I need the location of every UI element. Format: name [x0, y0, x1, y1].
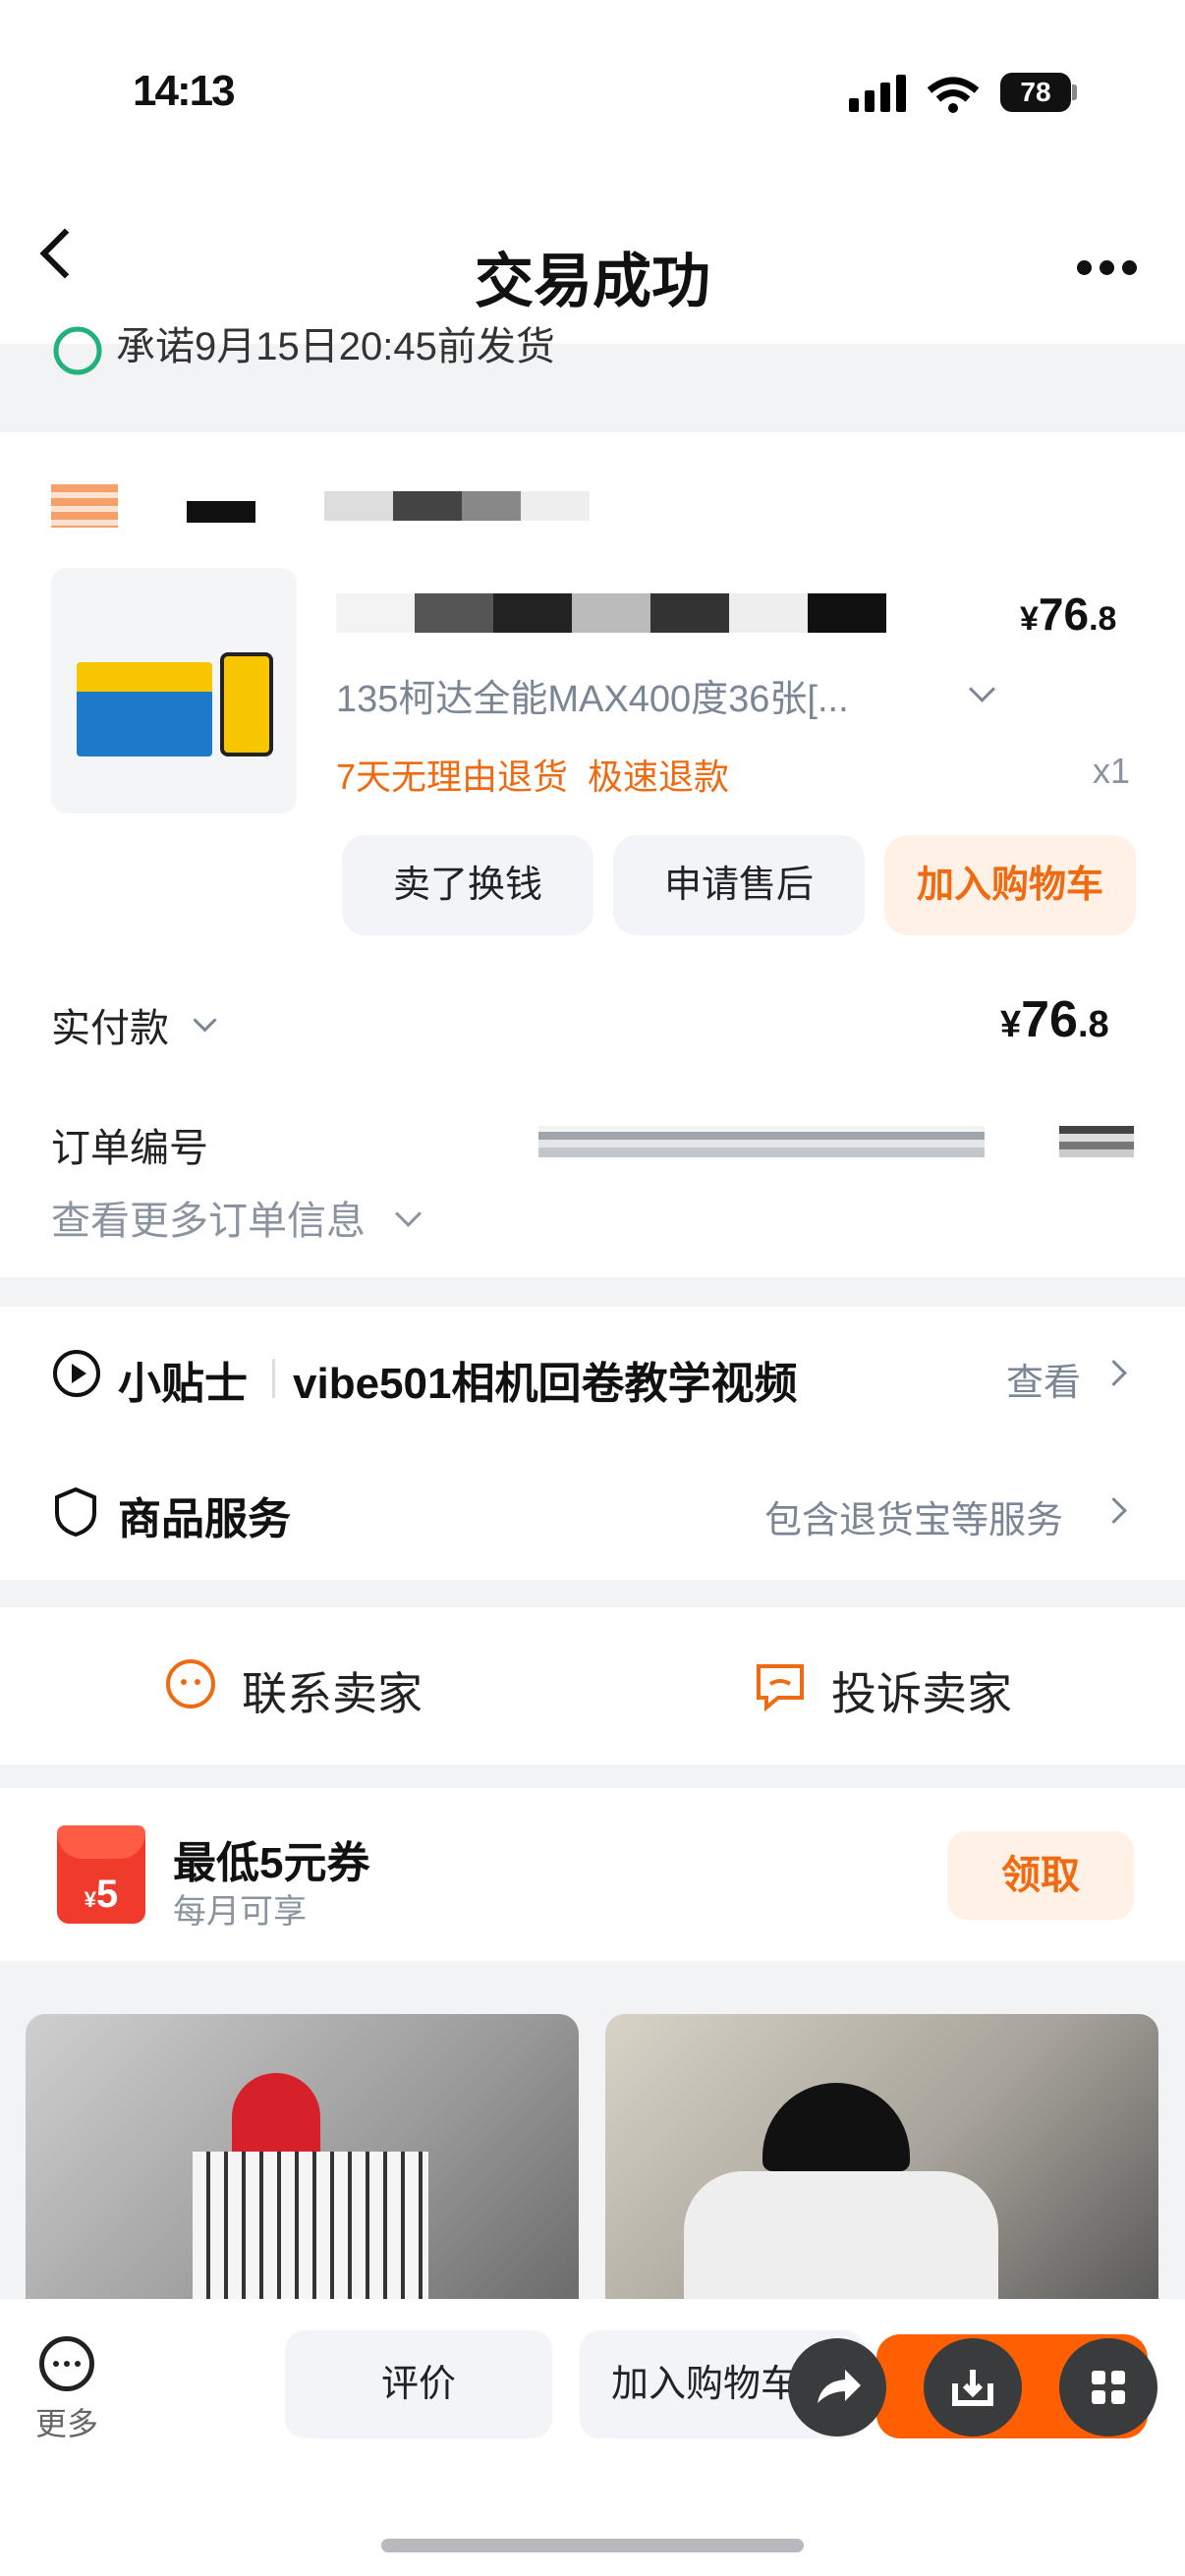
product-title-redacted[interactable]	[336, 593, 886, 633]
coupon-subtitle: 每月可享	[173, 1893, 307, 1931]
more-order-info-link[interactable]: 查看更多订单信息	[51, 1189, 366, 1246]
more-dot[interactable]	[1077, 260, 1092, 275]
more-dot[interactable]	[1100, 260, 1114, 275]
home-indicator[interactable]	[381, 2539, 804, 2552]
tips-label: 小贴士	[118, 1360, 248, 1408]
paid-dec: .8	[1077, 1004, 1109, 1045]
share-button[interactable]	[788, 2338, 886, 2436]
complain-seller-button[interactable]: 投诉卖家	[831, 1658, 1012, 1723]
price-int: 76	[1038, 588, 1090, 640]
claim-coupon-button[interactable]: 领取	[947, 1831, 1134, 1920]
shop-logo[interactable]	[51, 484, 118, 528]
complaint-icon[interactable]	[753, 1658, 808, 1713]
recommend-photo-2[interactable]	[605, 2014, 1158, 2304]
grid-menu-button[interactable]	[1059, 2338, 1157, 2436]
paid-amount: ¥76.8	[1000, 990, 1109, 1049]
refund-tags: 7天无理由退货 极速退款	[336, 749, 729, 800]
shop-name-redacted[interactable]	[187, 501, 255, 523]
after-sale-button[interactable]: 申请售后	[613, 835, 865, 935]
price-dec: .8	[1089, 600, 1117, 638]
battery-tip	[1072, 84, 1077, 100]
coupon-badge-value: 5	[96, 1873, 119, 1916]
refund-tag-7day: 7天无理由退货	[336, 756, 569, 797]
paid-label[interactable]: 实付款	[51, 996, 169, 1053]
shop-name-redacted	[324, 491, 590, 521]
download-tray-icon	[952, 2370, 993, 2406]
currency-symbol: ¥	[1000, 1004, 1022, 1045]
red-packet-icon: ¥5	[57, 1825, 145, 1924]
red-cap	[232, 2073, 320, 2152]
tips-text[interactable]: vibe501相机回卷教学视频	[293, 1348, 797, 1411]
order-number-label: 订单编号	[51, 1127, 208, 1170]
review-button[interactable]: 评价	[285, 2330, 552, 2438]
black-hat	[762, 2083, 910, 2171]
refund-tag-fast: 极速退款	[588, 756, 730, 797]
product-price: ¥76.8	[1020, 588, 1116, 641]
contact-seller-button[interactable]: 联系卖家	[242, 1658, 423, 1723]
add-to-cart-button[interactable]: 加入购物车	[884, 835, 1136, 935]
service-label: 商品服务	[118, 1495, 291, 1543]
product-spec[interactable]: 135柯达全能MAX400度36张[...	[336, 668, 849, 722]
divider	[272, 1359, 275, 1398]
service-link[interactable]: 包含退货宝等服务	[764, 1489, 1063, 1543]
film-box	[77, 662, 212, 756]
page-title: 交易成功	[475, 249, 710, 314]
play-circle-icon	[53, 1350, 100, 1397]
share-arrow-icon	[818, 2370, 861, 2403]
more-label[interactable]: 更多	[35, 2399, 98, 2444]
quantity: x1	[1093, 751, 1131, 791]
currency-symbol: ¥	[1020, 600, 1039, 638]
chat-smile-icon[interactable]	[163, 1656, 218, 1711]
battery-icon: 78	[1000, 73, 1071, 112]
more-dot[interactable]	[1122, 260, 1137, 275]
service-shield-icon	[55, 1486, 96, 1538]
more-icon[interactable]	[39, 2336, 94, 2391]
paid-int: 76	[1021, 991, 1078, 1048]
film-canister	[220, 652, 273, 756]
white-jacket	[684, 2171, 998, 2304]
order-number-redacted[interactable]	[538, 1126, 985, 1157]
copy-redacted[interactable]	[1059, 1126, 1134, 1157]
coupon-title: 最低5元券	[173, 1839, 370, 1887]
sell-button[interactable]: 卖了换钱	[342, 835, 593, 935]
grid-icon	[1092, 2371, 1125, 2404]
save-button[interactable]	[924, 2338, 1022, 2436]
status-time: 14:13	[133, 67, 236, 115]
striped-shirt	[193, 2152, 428, 2304]
tips-view-link[interactable]: 查看	[1006, 1352, 1081, 1406]
wifi-icon	[927, 77, 980, 113]
product-image[interactable]	[51, 568, 297, 813]
cellular-signal-icon	[849, 75, 912, 114]
recommend-photo-1[interactable]	[26, 2014, 579, 2304]
